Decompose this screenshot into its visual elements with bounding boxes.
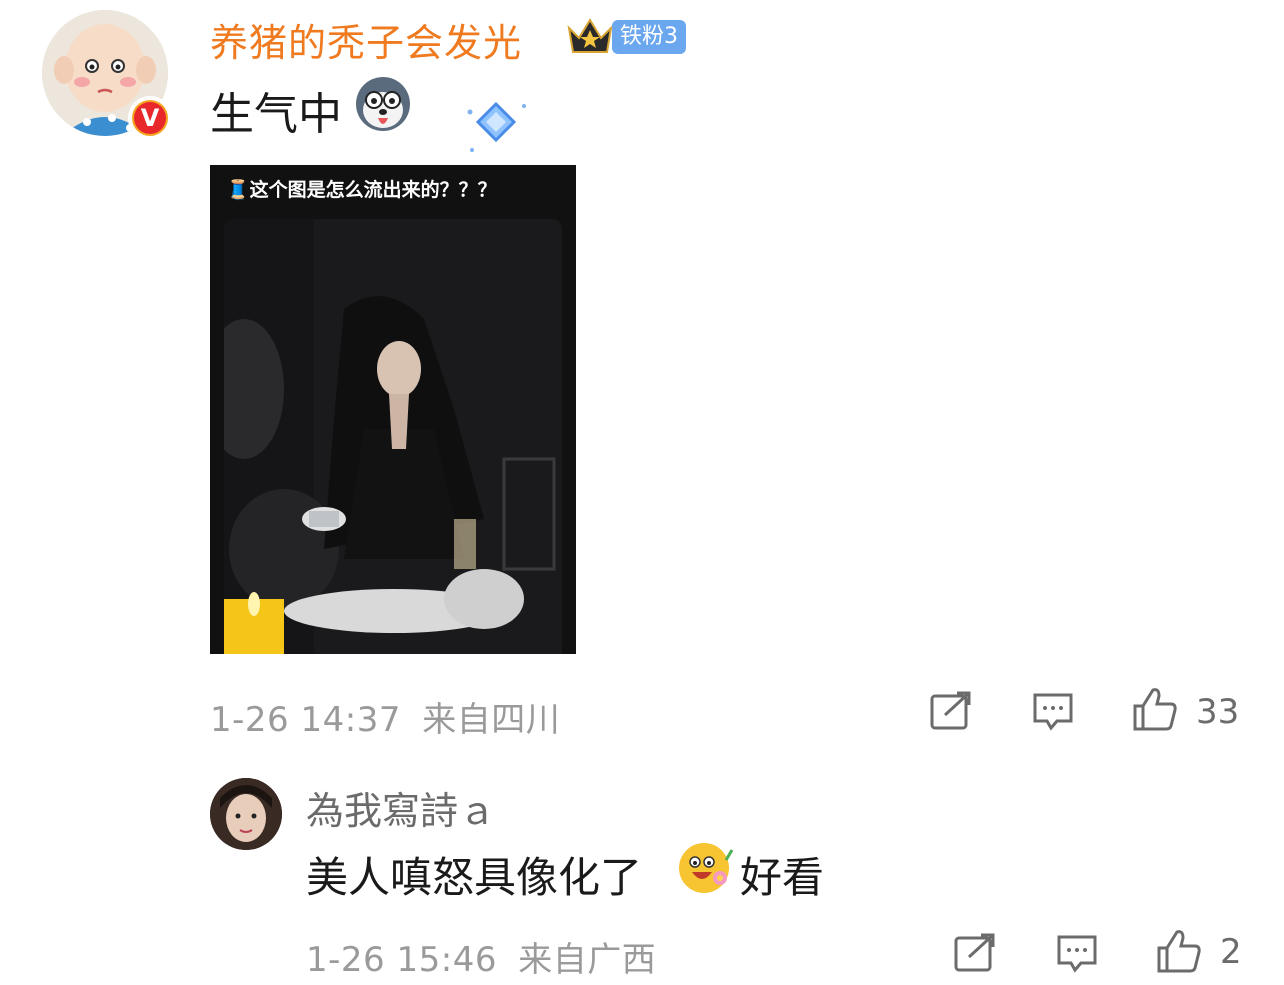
post-image[interactable]: 🧵这个图是怎么流出来的？？？ xyxy=(210,165,576,654)
reply-like-count: 2 xyxy=(1220,932,1242,972)
photo-scene xyxy=(224,219,562,654)
post-location: 来自四川 xyxy=(422,700,561,740)
crown-icon xyxy=(565,14,615,62)
reply-comment-icon[interactable] xyxy=(1054,932,1100,974)
reply-timestamp: 1-26 15:46 xyxy=(306,940,497,980)
verified-badge: V xyxy=(128,96,172,140)
avatar-reply[interactable] xyxy=(210,778,282,850)
like-icon[interactable] xyxy=(1130,686,1180,732)
post-username[interactable]: 养猪的秃子会发光 xyxy=(210,12,522,67)
diamond-icon xyxy=(462,98,534,162)
husky-emoji-icon xyxy=(352,74,414,138)
post-meta: 1-26 14:37 来自四川 xyxy=(210,692,560,741)
post-text: 生气中 xyxy=(210,89,342,140)
reply-text-suffix: 好看 xyxy=(740,853,825,902)
fan-badge: 铁粉3 xyxy=(612,20,686,54)
reply-share-icon[interactable] xyxy=(952,932,998,974)
reply-username[interactable]: 為我寫詩ａ xyxy=(306,780,496,835)
post-like-count: 33 xyxy=(1196,692,1240,732)
reply-meta: 1-26 15:46 来自广西 xyxy=(306,932,656,981)
comment-icon[interactable] xyxy=(1030,690,1076,732)
share-icon[interactable] xyxy=(928,690,974,732)
reply-location: 来自广西 xyxy=(518,940,657,980)
happy-flower-emoji-icon xyxy=(676,840,736,900)
reply-like-icon[interactable] xyxy=(1154,928,1204,974)
reply-text: 美人嗔怒具像化了 xyxy=(306,853,643,902)
image-caption: 🧵这个图是怎么流出来的？？？ xyxy=(226,179,497,201)
post-timestamp: 1-26 14:37 xyxy=(210,700,401,740)
